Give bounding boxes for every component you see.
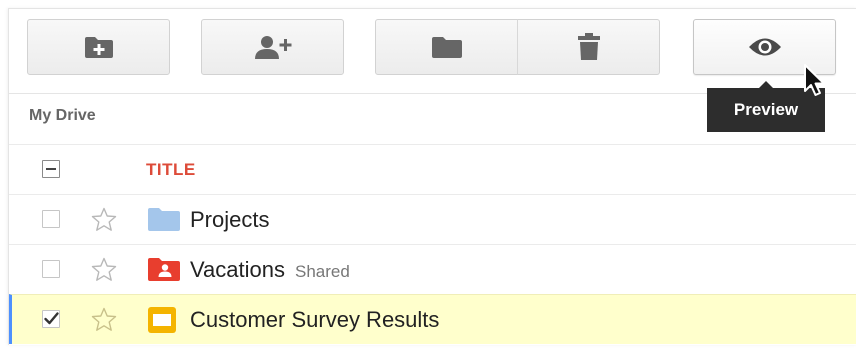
folder-icon bbox=[431, 37, 462, 58]
toolbar bbox=[9, 9, 856, 94]
shared-label: Shared bbox=[294, 262, 350, 281]
tooltip-text: Preview bbox=[733, 100, 799, 119]
file-name[interactable]: Vacations Shared bbox=[190, 257, 350, 283]
drive-window: Preview My Drive TITLE Projects Vacation… bbox=[8, 8, 856, 345]
person-add-icon bbox=[254, 36, 291, 59]
title-column-header[interactable]: TITLE bbox=[146, 160, 196, 180]
trash-icon bbox=[577, 33, 600, 60]
mouse-cursor-icon bbox=[804, 64, 825, 96]
star-icon[interactable] bbox=[91, 207, 117, 232]
checkmark-icon bbox=[44, 312, 59, 325]
file-name-text: Vacations bbox=[190, 257, 285, 282]
select-all-checkbox[interactable] bbox=[42, 160, 60, 178]
delete-button[interactable] bbox=[517, 19, 660, 75]
eye-icon bbox=[748, 38, 781, 56]
list-item[interactable]: Vacations Shared bbox=[9, 244, 856, 294]
presentation-icon bbox=[148, 307, 176, 333]
row-checkbox[interactable] bbox=[42, 310, 60, 328]
list-item[interactable]: Customer Survey Results bbox=[9, 294, 856, 344]
star-icon[interactable] bbox=[91, 257, 117, 282]
folder-plus-icon bbox=[84, 37, 113, 58]
folder-icon bbox=[148, 208, 180, 231]
row-checkbox[interactable] bbox=[42, 260, 60, 278]
list-item[interactable]: Projects bbox=[9, 194, 856, 244]
star-icon[interactable] bbox=[91, 307, 117, 332]
file-name[interactable]: Customer Survey Results bbox=[190, 307, 439, 333]
file-name[interactable]: Projects bbox=[190, 207, 269, 233]
row-checkbox[interactable] bbox=[42, 210, 60, 228]
shared-folder-icon bbox=[148, 258, 180, 281]
list-header: TITLE bbox=[9, 144, 856, 194]
move-delete-group bbox=[375, 19, 661, 75]
share-button[interactable] bbox=[201, 19, 344, 75]
new-folder-button[interactable] bbox=[27, 19, 170, 75]
breadcrumb[interactable]: My Drive bbox=[29, 107, 96, 125]
move-to-folder-button[interactable] bbox=[375, 19, 518, 75]
